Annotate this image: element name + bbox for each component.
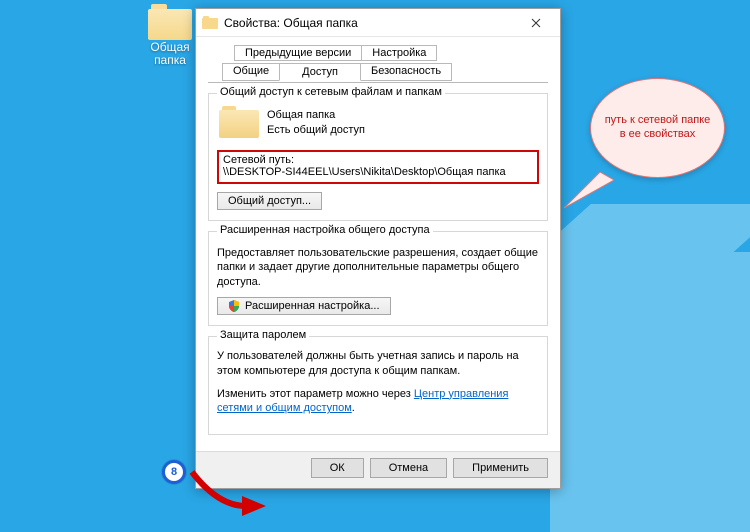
group-legend: Общий доступ к сетевым файлам и папкам	[217, 86, 445, 98]
folder-icon	[219, 106, 259, 140]
folder-icon	[202, 15, 218, 31]
tab-general[interactable]: Общие	[222, 63, 280, 81]
ok-button[interactable]: ОК	[311, 458, 364, 478]
group-legend: Защита паролем	[217, 329, 309, 341]
group-advanced-sharing: Расширенная настройка общего доступа Пре…	[208, 231, 548, 326]
tab-security[interactable]: Безопасность	[360, 63, 452, 81]
password-change-text: Изменить этот параметр можно через Центр…	[217, 387, 539, 417]
desktop-folder-shortcut[interactable]: Общая папка	[138, 4, 202, 67]
close-icon	[531, 18, 541, 28]
properties-dialog: Свойства: Общая папка Предыдущие версии …	[195, 8, 561, 489]
tab-strip: Предыдущие версии Настройка Общие Доступ…	[208, 45, 548, 83]
annotation-callout: путь к сетевой папке в ее свойствах	[590, 78, 725, 178]
close-button[interactable]	[516, 9, 556, 37]
tab-sharing[interactable]: Доступ	[279, 63, 361, 81]
share-button[interactable]: Общий доступ...	[217, 192, 322, 210]
network-path-highlight: Сетевой путь: \\DESKTOP-SI44EEL\Users\Ni…	[217, 150, 539, 184]
desktop-bg-shape	[550, 252, 750, 532]
advanced-sharing-button[interactable]: Расширенная настройка...	[217, 297, 391, 315]
share-name: Общая папка	[267, 108, 365, 123]
network-path-label: Сетевой путь:	[223, 154, 533, 166]
arrow-right-icon	[188, 466, 268, 518]
share-status: Есть общий доступ	[267, 123, 365, 138]
apply-button[interactable]: Применить	[453, 458, 548, 478]
arrow-annotation	[188, 466, 268, 518]
tab-customize[interactable]: Настройка	[361, 45, 437, 61]
folder-icon	[148, 4, 192, 40]
titlebar[interactable]: Свойства: Общая папка	[196, 9, 560, 37]
password-protection-text: У пользователей должны быть учетная запи…	[217, 349, 539, 379]
uac-shield-icon	[228, 300, 240, 312]
tab-previous-versions[interactable]: Предыдущие версии	[234, 45, 362, 61]
group-network-sharing: Общий доступ к сетевым файлам и папкам О…	[208, 93, 548, 221]
network-path-value: \\DESKTOP-SI44EEL\Users\Nikita\Desktop\О…	[223, 166, 533, 178]
group-password-protection: Защита паролем У пользователей должны бы…	[208, 336, 548, 435]
cancel-button[interactable]: Отмена	[370, 458, 447, 478]
dialog-title: Свойства: Общая папка	[224, 16, 358, 30]
group-legend: Расширенная настройка общего доступа	[217, 224, 433, 236]
step-badge: 8	[162, 460, 186, 484]
advanced-description: Предоставляет пользовательские разрешени…	[217, 246, 539, 289]
desktop-icon-label: Общая папка	[138, 41, 202, 67]
